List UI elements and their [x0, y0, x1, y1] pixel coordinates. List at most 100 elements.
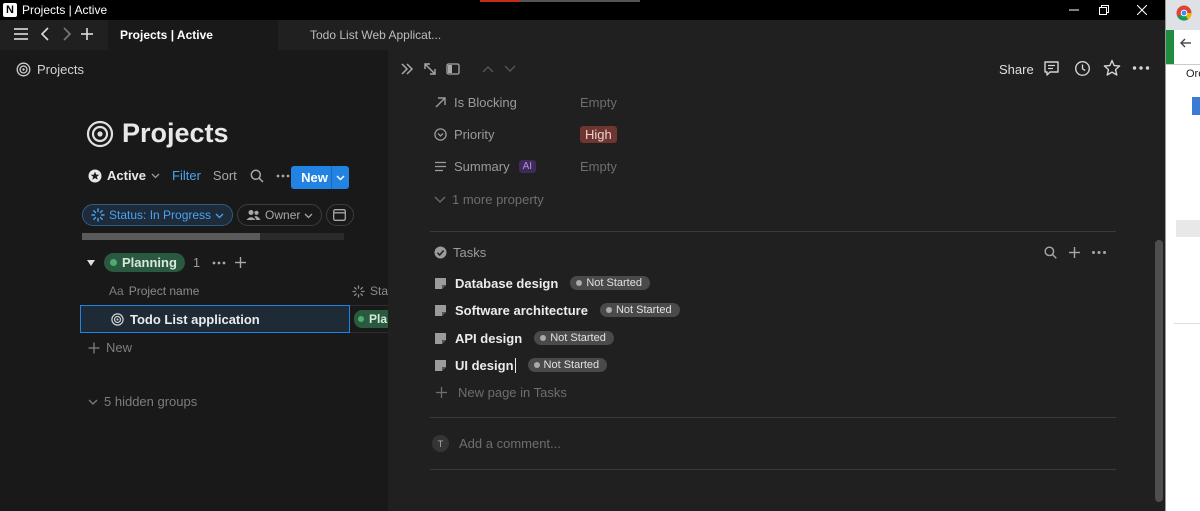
- star-icon: [1103, 59, 1121, 76]
- group-add-button[interactable]: [234, 256, 247, 269]
- plus-icon: [88, 342, 100, 353]
- more-properties-toggle[interactable]: 1 more property: [434, 187, 544, 211]
- property-priority[interactable]: Priority High: [434, 122, 617, 146]
- status-dot: [110, 259, 117, 266]
- section-divider: [430, 469, 1116, 470]
- filter-button[interactable]: Filter: [172, 168, 201, 183]
- sidebar-menu-button[interactable]: [13, 26, 29, 42]
- next-item-button[interactable]: [503, 63, 517, 75]
- chevron-circle-icon: [434, 127, 447, 141]
- share-button[interactable]: Share: [999, 62, 1034, 77]
- status-filter-chip[interactable]: Status: In Progress: [82, 204, 234, 226]
- tasks-add-button[interactable]: [1068, 246, 1081, 259]
- loading-spinner-icon: [91, 208, 105, 222]
- triangle-down-icon: [87, 259, 95, 266]
- property-summary[interactable]: Summary AI Empty: [434, 154, 617, 178]
- column-header-status[interactable]: Sta: [348, 284, 388, 298]
- table-row[interactable]: Todo List application: [80, 305, 350, 333]
- ellipsis-icon: [212, 261, 226, 264]
- plus-icon: [436, 387, 447, 398]
- horizontal-scrollbar[interactable]: [82, 233, 344, 240]
- sidebar-blue-fragment: [1192, 97, 1200, 115]
- status-dot: [576, 280, 583, 286]
- chevron-right-icon: [63, 27, 72, 41]
- task-item[interactable]: Database design Not Started: [434, 272, 650, 294]
- priority-tag[interactable]: High: [580, 125, 617, 143]
- owner-filter-label: Owner: [265, 208, 301, 222]
- section-divider: [430, 231, 1116, 232]
- task-item[interactable]: Software architecture Not Started: [434, 299, 680, 321]
- breadcrumb[interactable]: Projects: [16, 62, 84, 77]
- status-dot: [605, 307, 612, 313]
- forward-button[interactable]: [59, 26, 75, 42]
- view-name: Active: [107, 168, 147, 183]
- page-more-button[interactable]: [1132, 61, 1150, 75]
- updates-button[interactable]: [1074, 60, 1091, 77]
- open-full-page-button[interactable]: [423, 62, 437, 76]
- date-filter-chip[interactable]: [326, 204, 355, 226]
- loading-spinner-icon: [352, 284, 365, 298]
- tab-todo-list[interactable]: Todo List Web Applicat...: [298, 20, 458, 50]
- status-filter-label: Status: In Progress: [109, 208, 212, 222]
- close-window-button[interactable]: [1119, 0, 1165, 20]
- status-badge: Not Started: [570, 276, 650, 290]
- more-options-button[interactable]: [276, 169, 290, 183]
- group-name: Planning: [122, 255, 177, 270]
- sort-button[interactable]: Sort: [213, 168, 237, 183]
- task-name: Software architecture: [455, 302, 588, 318]
- owner-filter-chip[interactable]: Owner: [237, 204, 323, 226]
- add-row-button[interactable]: New: [88, 340, 132, 355]
- browser-back-button[interactable]: [1180, 37, 1192, 49]
- double-chevron-right-icon: [401, 63, 414, 75]
- new-dropdown-button[interactable]: [332, 173, 349, 182]
- status-badge: Not Started: [534, 331, 614, 345]
- comment-input[interactable]: Add a comment...: [459, 436, 561, 451]
- status-badge-label: Pla: [369, 312, 388, 326]
- column-header-project-name[interactable]: Aa Project name: [82, 284, 348, 298]
- favorite-button[interactable]: [1103, 59, 1121, 77]
- tasks-search-button[interactable]: [1044, 246, 1057, 259]
- close-peek-button[interactable]: [400, 62, 414, 76]
- database-view-pane: Projects Projects Active Filter Sort New: [0, 50, 388, 511]
- previous-item-button[interactable]: [481, 63, 495, 75]
- peek-mode-button[interactable]: [446, 62, 460, 76]
- property-value[interactable]: Empty: [580, 159, 617, 174]
- task-item[interactable]: API design Not Started: [434, 327, 614, 349]
- status-cell[interactable]: Pla: [350, 305, 388, 333]
- new-task-label: New page in Tasks: [458, 385, 567, 400]
- group-count: 1: [192, 255, 201, 270]
- new-task-button[interactable]: New page in Tasks: [435, 385, 567, 400]
- chevron-down-icon: [151, 173, 160, 179]
- back-button[interactable]: [38, 26, 54, 42]
- group-more-button[interactable]: [212, 256, 226, 270]
- scrollbar-thumb[interactable]: [82, 233, 261, 240]
- status-badge: Not Started: [527, 358, 608, 372]
- background-browser-window: Ore: [1165, 0, 1200, 511]
- target-icon: [111, 312, 124, 326]
- view-selector[interactable]: Active: [88, 168, 160, 183]
- property-is-blocking[interactable]: Is Blocking Empty: [434, 90, 617, 114]
- minimize-icon: [1069, 9, 1079, 11]
- search-button[interactable]: [250, 169, 264, 183]
- chevron-down-icon: [88, 399, 98, 405]
- vertical-scrollbar[interactable]: [1155, 240, 1163, 502]
- task-item[interactable]: UI design Not Started: [434, 354, 608, 376]
- comment-box[interactable]: T Add a comment...: [432, 435, 561, 452]
- task-name[interactable]: UI design: [455, 357, 516, 373]
- group-toggle-button[interactable]: [86, 258, 96, 268]
- clock-icon: [1074, 60, 1091, 77]
- tasks-more-button[interactable]: [1091, 246, 1107, 259]
- page-icon: [435, 359, 446, 371]
- task-name: API design: [455, 330, 523, 346]
- page-icon: [435, 277, 446, 289]
- sidebar-text-fragment: Ore: [1186, 68, 1200, 80]
- property-value[interactable]: Empty: [580, 95, 617, 110]
- hidden-groups-toggle[interactable]: 5 hidden groups: [88, 394, 197, 409]
- tab-projects-active[interactable]: Projects | Active: [108, 20, 278, 50]
- hamburger-icon: [14, 28, 28, 40]
- comments-button[interactable]: [1043, 60, 1060, 77]
- new-tab-button[interactable]: [79, 26, 95, 42]
- new-button[interactable]: New: [291, 166, 349, 189]
- restore-icon: [1099, 5, 1109, 15]
- expand-diagonal-icon: [424, 63, 436, 75]
